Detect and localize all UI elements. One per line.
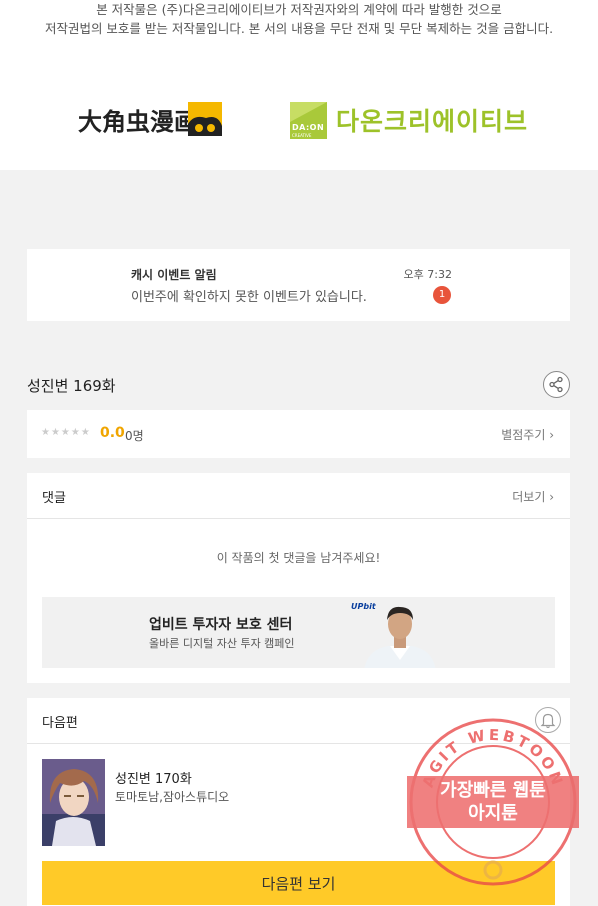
publisher-logo-text: 大角虫漫画 xyxy=(78,107,198,136)
notification-badge: 1 xyxy=(433,286,451,304)
daon-mark-icon: DA:ON CREATIVE xyxy=(290,101,327,139)
notification-time: 오후 7:32 xyxy=(403,268,452,281)
upbit-ad-banner[interactable]: 업비트 투자자 보호 센터 올바른 디지털 자산 투자 캠페인 UPbit xyxy=(42,597,555,668)
copyright-line-1: 본 저작물은 (주)다온크리에이티브가 저작권자와의 계약에 따라 발행한 것으… xyxy=(96,2,502,17)
watermark-line-1: 가장빠른 웹툰 xyxy=(440,780,546,801)
next-episode-title[interactable]: 성진변 170화 xyxy=(115,768,192,787)
ad-subtitle: 올바른 디지털 자산 투자 캠페인 xyxy=(149,637,295,650)
episode-title: 성진변 169화 xyxy=(27,377,116,395)
copyright-line-2: 저작권법의 보호를 받는 저작물입니다. 본 서의 내용을 무단 전재 및 무단… xyxy=(44,21,554,36)
daon-mark-subtext: CREATIVE xyxy=(292,132,312,138)
watermark-line-2: 아지툰 xyxy=(468,803,518,824)
next-episode-author: 토마토남,잠아스튜디오 xyxy=(115,790,230,804)
share-button[interactable] xyxy=(543,371,570,398)
daon-logo-name: 다온크리에이티브 xyxy=(336,107,529,136)
daon-creative-logo: DA:ON CREATIVE 다온크리에이티브 xyxy=(290,101,535,139)
daon-mark-text: DA:ON xyxy=(292,122,325,132)
notification-message: 이번주에 확인하지 못한 이벤트가 있습니다. xyxy=(131,290,367,305)
empty-comment-message: 이 작품의 첫 댓글을 남겨주세요! xyxy=(216,551,381,565)
rating-stars: ★★★★★ xyxy=(41,427,91,438)
share-icon xyxy=(549,376,563,393)
rating-bar: ★★★★★ 0.0 0명 별점주기 › xyxy=(27,410,570,458)
next-episode-thumbnail[interactable] xyxy=(42,759,105,846)
comments-title: 댓글 xyxy=(42,491,66,506)
notification-title: 캐시 이벤트 알림 xyxy=(131,268,217,282)
ad-title: 업비트 투자자 보호 센터 xyxy=(149,617,293,633)
rating-score: 0.0 xyxy=(100,425,125,441)
copyright-section: 본 저작물은 (주)다온크리에이티브가 저작권자와의 계약에 따라 발행한 것으… xyxy=(0,0,598,170)
rate-link[interactable]: 별점주기 › xyxy=(501,426,554,443)
comments-more-link[interactable]: 더보기 › xyxy=(512,488,554,505)
cash-event-notification[interactable]: 캐시 이벤트 알림 이번주에 확인하지 못한 이벤트가 있습니다. 오후 7:3… xyxy=(27,249,570,321)
agit-webtoon-watermark: AGIT WEBTOON 가장빠른 웹툰 아지툰 xyxy=(407,718,579,886)
copyright-notice: 본 저작물은 (주)다온크리에이티브가 저작권자와의 계약에 따라 발행한 것으… xyxy=(0,0,598,38)
comments-header: 댓글 더보기 › xyxy=(27,473,570,519)
comments-section: 댓글 더보기 › 이 작품의 첫 댓글을 남겨주세요! 업비트 투자자 보호 센… xyxy=(27,473,570,683)
ad-person-image xyxy=(364,606,436,668)
rating-count: 0명 xyxy=(125,429,144,443)
publisher-logo: 大角虫漫画 xyxy=(78,102,222,136)
next-episode-heading: 다음편 xyxy=(42,716,78,731)
